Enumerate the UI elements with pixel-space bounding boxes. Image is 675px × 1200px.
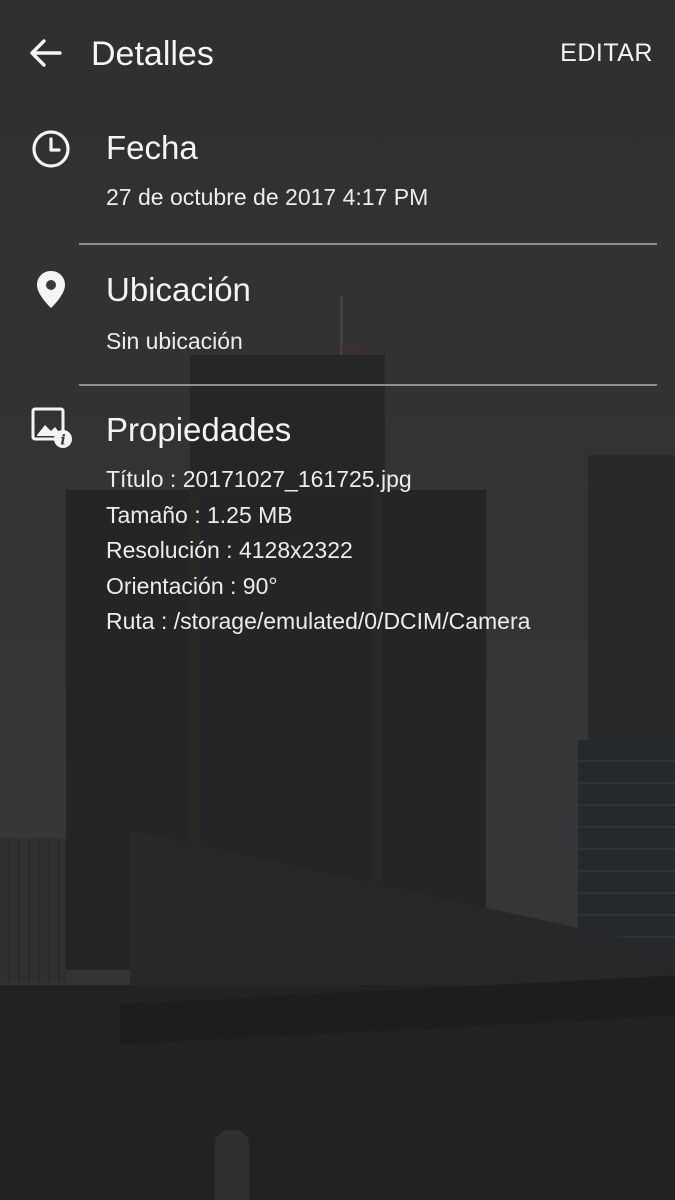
property-resolution: Resolución : 4128x2322 <box>106 537 353 564</box>
svg-text:i: i <box>60 433 65 449</box>
location-pin-icon <box>30 268 72 310</box>
location-heading: Ubicación <box>106 271 251 308</box>
date-value: 27 de octubre de 2017 4:17 PM <box>106 184 429 210</box>
edit-button[interactable]: EDITAR <box>560 36 653 70</box>
property-size: Tamaño : 1.25 MB <box>106 501 293 528</box>
properties-heading: Propiedades <box>106 411 292 448</box>
details-screen: Detalles EDITAR Fecha 27 de octubre de 2… <box>0 0 675 1200</box>
property-orientation: Orientación : 90° <box>106 572 278 599</box>
page-title: Detalles <box>91 35 214 73</box>
clock-icon <box>30 128 72 170</box>
date-section: Fecha 27 de octubre de 2017 4:17 PM <box>0 108 675 246</box>
image-info-icon: i <box>30 406 72 449</box>
date-heading: Fecha <box>106 129 198 166</box>
property-title: Título : 20171027_161725.jpg <box>106 466 412 492</box>
properties-list: Título : 20171027_161725.jpg Tamaño : 1.… <box>106 462 530 640</box>
back-arrow-icon <box>30 39 62 67</box>
back-button[interactable] <box>24 32 68 76</box>
top-bar: Detalles EDITAR <box>0 0 675 108</box>
property-path: Ruta : /storage/emulated/0/DCIM/Camera <box>106 608 531 635</box>
location-value: Sin ubicación <box>106 328 243 354</box>
divider <box>79 243 657 245</box>
location-section[interactable]: Ubicación Sin ubicación <box>0 250 675 385</box>
divider <box>79 384 657 386</box>
